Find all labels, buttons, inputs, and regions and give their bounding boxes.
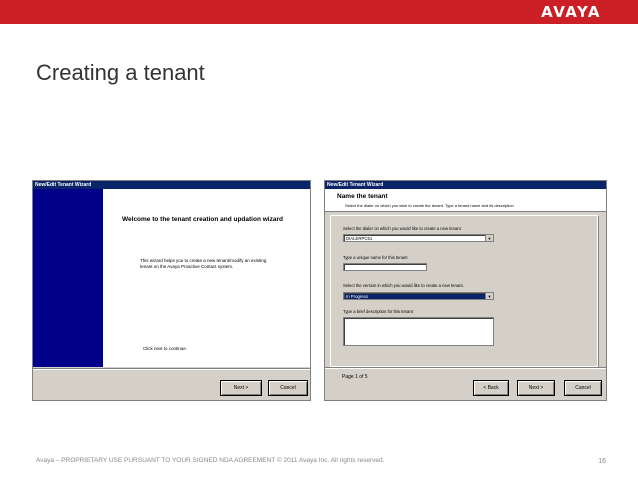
cancel-button[interactable]: Cancel (564, 380, 602, 396)
next-button[interactable]: Next > (220, 380, 262, 396)
click-next-hint: Click next to continue. (143, 346, 188, 351)
form-panel: Select the dialer on which you would lik… (330, 215, 598, 367)
header-subtitle: Select the dialer on which you wish to c… (345, 203, 514, 208)
name-tenant-wizard-window: New/Edit Tenant Wizard Name the tenant S… (324, 180, 607, 401)
welcome-heading: Welcome to the tenant creation and updat… (122, 216, 283, 223)
version-select[interactable]: In Progress ▼ (343, 292, 494, 300)
version-label: Select the version in which you would li… (343, 283, 464, 288)
version-value: In Progress (346, 294, 368, 299)
separator (325, 367, 606, 369)
avaya-logo: AVAYA (541, 3, 601, 21)
back-button[interactable]: < Back (473, 380, 509, 396)
dialer-select[interactable]: DIALERPC51 ▼ (343, 234, 494, 242)
legal-footer: Avaya – PROPRIETARY USE PURSUANT TO YOUR… (36, 457, 385, 464)
welcome-wizard-window: New/Edit Tenant Wizard Welcome to the te… (32, 180, 311, 401)
name-tenant-titlebar: New/Edit Tenant Wizard (325, 181, 606, 189)
cancel-button[interactable]: Cancel (268, 380, 308, 396)
next-button[interactable]: Next > (517, 380, 555, 396)
description-label: Type a brief description for this tenant (343, 309, 413, 314)
wizard-header: Name the tenant Select the dialer on whi… (325, 189, 606, 212)
welcome-content: Welcome to the tenant creation and updat… (103, 189, 310, 367)
wizard-side-panel (33, 189, 103, 367)
welcome-description: This wizard helps you to create a new te… (140, 258, 267, 269)
description-textarea[interactable] (343, 317, 494, 346)
header-title: Name the tenant (337, 193, 388, 200)
welcome-wizard-titlebar: New/Edit Tenant Wizard (33, 181, 310, 189)
slide-title: Creating a tenant (36, 60, 205, 85)
tenant-name-input[interactable] (343, 263, 427, 271)
brand-bar: AVAYA (0, 0, 638, 24)
name-label: Type a unique name for this tenant (343, 255, 408, 260)
dialer-value: DIALERPC51 (346, 236, 373, 241)
chevron-down-icon[interactable]: ▼ (485, 293, 493, 299)
separator (33, 368, 310, 370)
page-number: 16 (598, 458, 606, 465)
dialer-label: Select the dialer on which you would lik… (343, 226, 461, 231)
page-indicator: Page 1 of 5 (342, 374, 368, 380)
chevron-down-icon[interactable]: ▼ (485, 235, 493, 241)
